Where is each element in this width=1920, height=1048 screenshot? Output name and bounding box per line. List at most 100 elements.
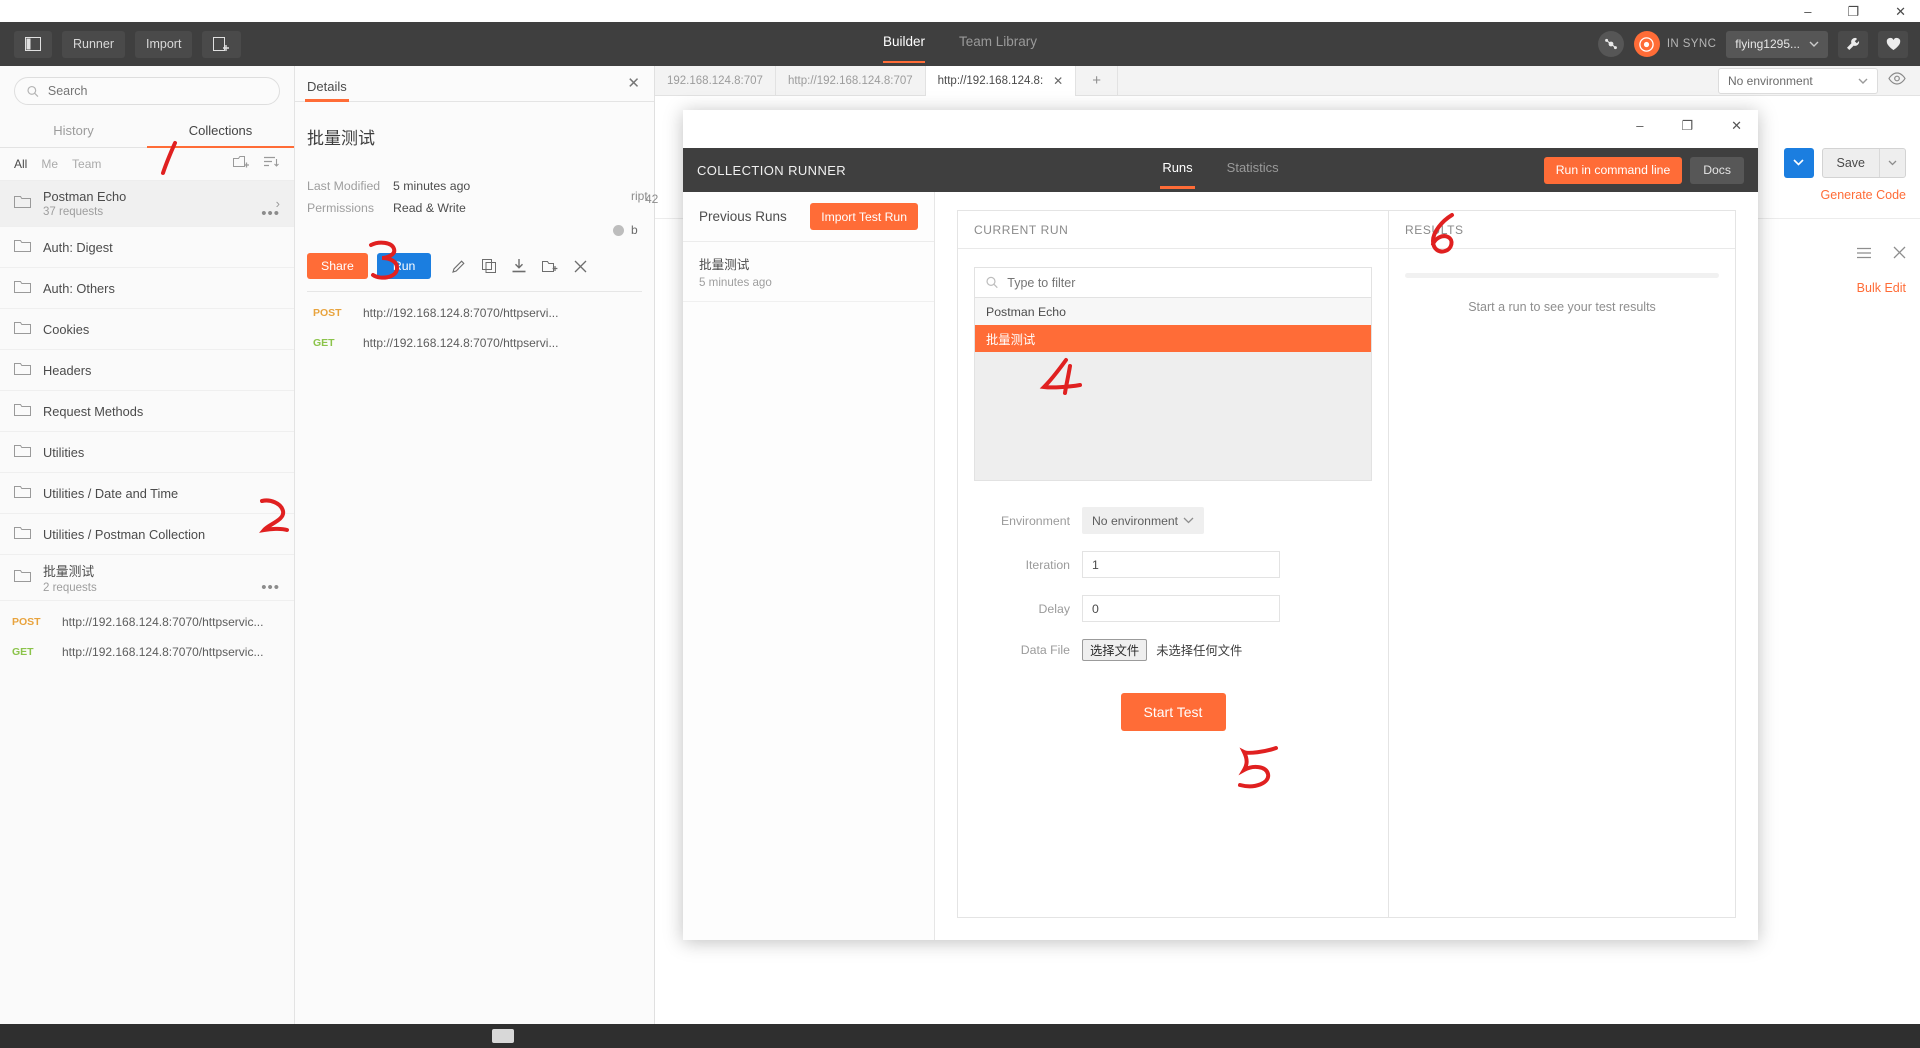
sidebar-tab-history[interactable]: History xyxy=(0,114,147,147)
previous-run-item[interactable]: 批量测试 5 minutes ago xyxy=(683,242,934,302)
folder-name: Request Methods xyxy=(43,403,144,419)
folder-item-auth-others[interactable]: Auth: Others xyxy=(0,268,294,309)
new-request-tab-button[interactable]: + xyxy=(1076,65,1118,96)
iteration-label: Iteration xyxy=(1025,557,1070,572)
os-close-button[interactable]: ✕ xyxy=(1895,5,1906,18)
environment-row: Environment No environment xyxy=(974,507,1372,534)
search-box[interactable] xyxy=(14,77,280,105)
sidebar-tab-collections[interactable]: Collections xyxy=(147,114,294,148)
filter-all[interactable]: All xyxy=(14,157,27,171)
folder-item-utilities-date-time[interactable]: Utilities / Date and Time xyxy=(0,473,294,514)
close-icon[interactable] xyxy=(1893,246,1906,264)
folder-item-headers[interactable]: Headers xyxy=(0,350,294,391)
run-button[interactable]: Run xyxy=(376,253,432,279)
iteration-input[interactable] xyxy=(1082,551,1280,578)
request-tab-2[interactable]: http://192.168.124.8:707 xyxy=(776,65,926,96)
runner-minimize-button[interactable]: – xyxy=(1636,118,1643,134)
bulk-edit-link[interactable]: Bulk Edit xyxy=(1857,281,1906,295)
taskbar-window-button[interactable] xyxy=(492,1029,514,1043)
details-request-post[interactable]: POST http://192.168.124.8:7070/httpservi… xyxy=(307,298,642,328)
collection-filter-input[interactable] xyxy=(1007,275,1360,290)
edit-pencil-icon[interactable] xyxy=(452,259,466,273)
os-maximize-button[interactable]: ❐ xyxy=(1847,5,1859,18)
request-tab-3[interactable]: http://192.168.124.8: ✕ xyxy=(925,65,1077,96)
collection-filter-box[interactable] xyxy=(974,267,1372,298)
generate-code-link[interactable]: Generate Code xyxy=(1821,188,1906,202)
runner-tab-statistics[interactable]: Statistics xyxy=(1227,160,1279,181)
meta-key-permissions: Permissions xyxy=(307,201,374,215)
delay-input[interactable] xyxy=(1082,595,1280,622)
collection-name: 批量测试 xyxy=(43,564,95,579)
folder-item-auth-digest[interactable]: Auth: Digest xyxy=(0,227,294,268)
folder-item-utilities-postman-collection[interactable]: Utilities / Postman Collection xyxy=(0,514,294,555)
current-run-body: Postman Echo 批量测试 Environment No environ… xyxy=(958,249,1388,917)
folder-name: Cookies xyxy=(43,321,90,337)
folder-item-utilities[interactable]: Utilities xyxy=(0,432,294,473)
sidebar-tabs: History Collections xyxy=(0,114,294,148)
details-request-get[interactable]: GET http://192.168.124.8:7070/httpservi.… xyxy=(307,328,642,358)
tab-team-library[interactable]: Team Library xyxy=(959,34,1037,54)
runner-collection-piliangceshi[interactable]: 批量测试 xyxy=(975,325,1371,352)
os-minimize-button[interactable]: – xyxy=(1804,5,1811,18)
runner-collection-postman-echo[interactable]: Postman Echo xyxy=(975,298,1371,325)
search-input[interactable] xyxy=(47,84,267,98)
runner-environment-select[interactable]: No environment xyxy=(1082,507,1204,534)
app-root: – ❐ ✕ Runner Import Builder Team Library xyxy=(0,0,1920,1048)
radio-label: b xyxy=(631,223,638,237)
runner-tabs: Runs Statistics xyxy=(683,160,1758,189)
delete-x-icon[interactable] xyxy=(574,260,587,273)
tab-builder[interactable]: Builder xyxy=(882,34,926,63)
import-test-run-button[interactable]: Import Test Run xyxy=(810,203,918,230)
environment-selector[interactable]: No environment xyxy=(1718,68,1878,94)
add-folder-icon[interactable] xyxy=(542,259,558,273)
start-test-button[interactable]: Start Test xyxy=(1120,693,1226,731)
runner-body: Previous Runs Import Test Run 批量测试 5 min… xyxy=(683,192,1758,940)
runner-tab-runs[interactable]: Runs xyxy=(1160,160,1196,189)
list-view-icon[interactable] xyxy=(1857,246,1871,264)
collection-item-postman-echo[interactable]: Postman Echo 37 requests › ••• xyxy=(0,181,294,227)
os-titlebar: – ❐ ✕ xyxy=(0,0,1920,22)
meta-key-last-modified: Last Modified xyxy=(307,179,381,193)
close-icon[interactable]: ✕ xyxy=(627,74,640,92)
collection-request-count: 2 requests xyxy=(43,582,97,594)
collection-actions-menu[interactable]: ••• xyxy=(261,205,280,222)
folder-icon xyxy=(14,279,31,298)
copy-icon[interactable] xyxy=(482,259,497,273)
share-button[interactable]: Share xyxy=(307,253,368,279)
folder-icon xyxy=(14,484,31,503)
runner-window-controls: – ❐ ✕ xyxy=(1636,118,1742,134)
sort-icon[interactable] xyxy=(264,155,280,173)
choose-file-button[interactable]: 选择文件 xyxy=(1082,639,1148,661)
request-item-get[interactable]: GET http://192.168.124.8:7070/httpservic… xyxy=(0,637,294,667)
collection-actions-menu[interactable]: ••• xyxy=(261,579,280,596)
save-options-caret[interactable] xyxy=(1879,149,1905,177)
download-icon[interactable] xyxy=(512,259,526,273)
folder-name: Auth: Others xyxy=(43,280,115,296)
meta-value-last-modified: 5 minutes ago xyxy=(393,179,471,193)
collection-details-panel: Details ✕ 批量测试 Last Modified 5 minutes a… xyxy=(295,66,655,1048)
runner-close-button[interactable]: ✕ xyxy=(1731,118,1742,134)
details-tab[interactable]: Details xyxy=(305,79,349,102)
request-item-post[interactable]: POST http://192.168.124.8:7070/httpservi… xyxy=(0,607,294,637)
filter-team[interactable]: Team xyxy=(72,157,101,171)
runner-maximize-button[interactable]: ❐ xyxy=(1681,118,1693,134)
new-collection-icon[interactable] xyxy=(233,155,250,174)
folder-name: Utilities / Date and Time xyxy=(43,485,179,501)
request-tabbar: 192.168.124.8:707 http://192.168.124.8:7… xyxy=(655,65,1920,96)
filter-me[interactable]: Me xyxy=(41,157,58,171)
folder-icon xyxy=(14,361,31,380)
sidebar-filter-actions xyxy=(233,155,280,174)
collection-item-piliangceshi[interactable]: 批量测试 2 requests ••• xyxy=(0,555,294,601)
folder-item-cookies[interactable]: Cookies xyxy=(0,309,294,350)
folder-item-request-methods[interactable]: Request Methods xyxy=(0,391,294,432)
details-icon-group xyxy=(452,259,587,273)
save-button[interactable]: Save xyxy=(1823,149,1880,177)
request-tab-1[interactable]: 192.168.124.8:707 xyxy=(655,65,776,96)
results-progress-bar xyxy=(1405,273,1719,278)
body-radio-option[interactable]: b xyxy=(613,223,638,237)
eye-icon[interactable] xyxy=(1888,72,1906,90)
collection-request-count: 37 requests xyxy=(43,206,104,218)
tab-close-icon[interactable]: ✕ xyxy=(1053,74,1063,88)
send-options-button[interactable] xyxy=(1783,148,1814,178)
tab-label: 192.168.124.8:707 xyxy=(667,74,763,87)
